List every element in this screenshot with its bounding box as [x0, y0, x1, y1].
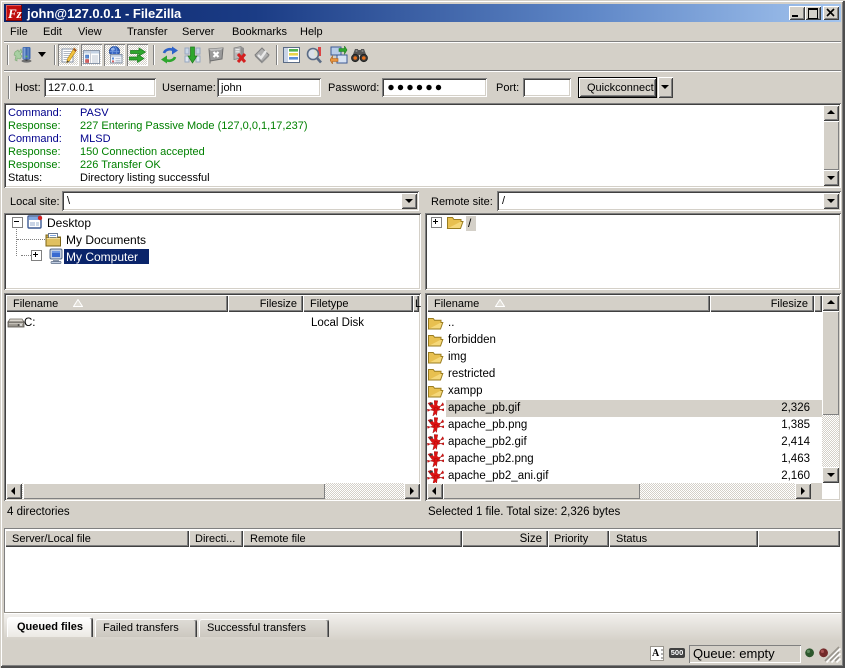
svg-text:Fz: Fz [7, 6, 22, 21]
